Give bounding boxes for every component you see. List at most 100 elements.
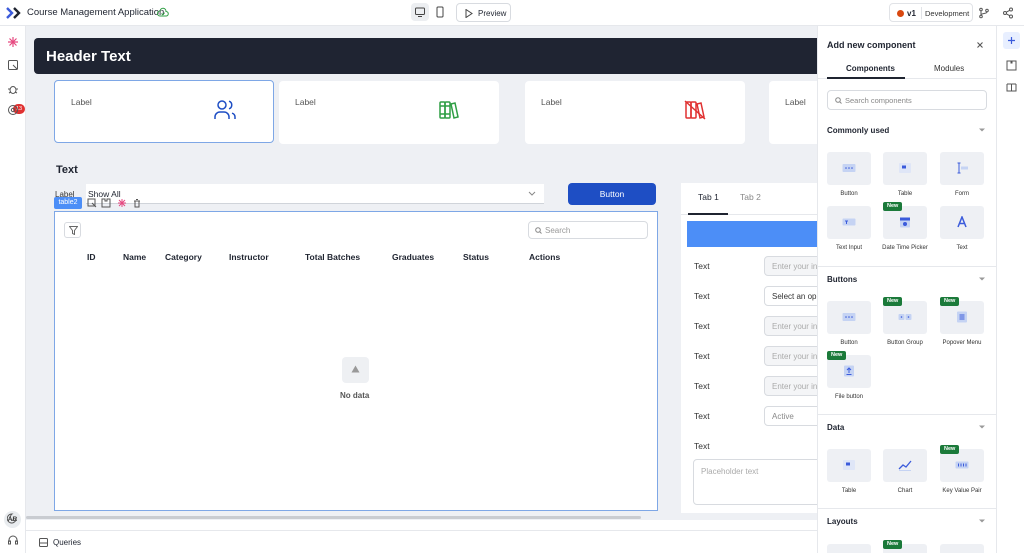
left-rail: 13 AR <box>0 26 26 553</box>
data-table[interactable]: Search ID Name Category Instructor Total… <box>54 211 658 511</box>
section-layouts[interactable]: Layouts <box>827 517 858 526</box>
tab-1[interactable]: Tab 1 <box>698 192 719 202</box>
search-icon <box>835 97 842 104</box>
stat-card-4[interactable]: Label <box>769 81 817 144</box>
section-commonly-used[interactable]: Commonly used <box>827 126 889 135</box>
stat-card-label: Label <box>71 97 92 107</box>
text-icon <box>957 216 967 228</box>
queries-bar[interactable]: Queries <box>26 530 817 553</box>
section-data[interactable]: Data <box>827 423 844 432</box>
mobile-view-button[interactable] <box>433 3 447 21</box>
share-icon[interactable] <box>1002 7 1014 19</box>
form-select-input[interactable]: Select an op <box>764 286 817 306</box>
form-text-input[interactable]: Enter your in <box>764 376 817 396</box>
popover-menu-icon <box>957 311 967 323</box>
preview-button[interactable]: Preview <box>456 3 511 22</box>
textarea-placeholder: Placeholder text <box>701 467 759 476</box>
table-header-graduates[interactable]: Graduates <box>392 252 434 262</box>
input-placeholder: Enter your in <box>772 322 817 331</box>
app-canvas[interactable]: Header Text Label Label Label Label Text… <box>26 26 817 520</box>
desktop-view-button[interactable] <box>411 3 429 21</box>
table-header-instructor[interactable]: Instructor <box>229 252 269 262</box>
stat-card-1[interactable]: Label <box>54 80 274 143</box>
caret-down-icon[interactable] <box>978 517 986 525</box>
add-component-button[interactable] <box>1003 32 1020 49</box>
component-search-placeholder: Search components <box>845 96 912 105</box>
table-filter-button[interactable] <box>64 222 81 238</box>
caret-down-icon[interactable] <box>978 275 986 283</box>
new-badge: New <box>883 202 903 211</box>
version-label: v1 <box>907 9 916 18</box>
app-logo-icon[interactable] <box>6 6 22 20</box>
form-status-input[interactable]: Active <box>764 406 817 426</box>
form-text-input[interactable]: Enter your in <box>764 316 817 336</box>
form-container[interactable]: Tab 1 Tab 2 Text Enter your in Text Sele… <box>681 183 817 513</box>
caret-down-icon[interactable] <box>978 126 986 134</box>
right-rail <box>996 26 1024 553</box>
table-component-name[interactable]: table2 <box>54 197 82 209</box>
table-search-input[interactable]: Search <box>528 221 648 239</box>
components-sparkle-icon[interactable] <box>7 36 19 48</box>
version-selector[interactable]: v1 Development <box>889 3 973 22</box>
form-field-label: Text <box>694 441 710 451</box>
books-icon <box>439 101 459 119</box>
table-header-name[interactable]: Name <box>123 252 146 262</box>
trash-icon[interactable] <box>132 198 142 208</box>
table-header-total-batches[interactable]: Total Batches <box>305 252 360 262</box>
form-text-input[interactable]: Enter your in <box>764 256 817 276</box>
tab-components[interactable]: Components <box>846 64 895 73</box>
form-textarea[interactable]: Placeholder text <box>693 459 817 505</box>
table-header-actions[interactable]: Actions <box>529 252 560 262</box>
component-name: Popover Menu <box>942 340 982 346</box>
divider <box>921 7 922 19</box>
primary-button[interactable]: Button <box>568 183 656 205</box>
queries-panel-icon <box>39 538 48 547</box>
caret-down-icon[interactable] <box>978 423 986 431</box>
button-icon <box>842 313 856 321</box>
button-icon <box>842 164 856 172</box>
component-name: Form <box>955 191 969 197</box>
header-container[interactable]: Header Text <box>34 38 817 74</box>
table-icon <box>843 460 855 470</box>
component-name: Button <box>840 191 858 197</box>
support-headset-icon[interactable] <box>7 534 19 546</box>
add-component-panel: Add new component Components Modules Sea… <box>817 26 996 553</box>
sparkle-icon[interactable] <box>117 198 127 208</box>
input-placeholder: Enter your in <box>772 352 817 361</box>
dark-mode-moon-icon[interactable] <box>7 512 19 524</box>
settings-gear-icon[interactable] <box>7 104 19 116</box>
tab-2[interactable]: Tab 2 <box>740 192 761 202</box>
upload-icon <box>844 365 854 377</box>
component-tile <box>883 152 927 185</box>
text-input-icon <box>842 218 856 226</box>
active-tab-indicator <box>688 213 728 215</box>
new-badge: New <box>827 351 847 360</box>
docs-book-icon[interactable] <box>1006 82 1017 93</box>
horizontal-scrollbar[interactable] <box>26 516 641 519</box>
form-text-input[interactable]: Enter your in <box>764 346 817 366</box>
modules-puzzle-icon[interactable] <box>1006 60 1017 71</box>
stat-card-3[interactable]: Label <box>525 81 745 144</box>
table-header-category[interactable]: Category <box>165 252 202 262</box>
table-header-id[interactable]: ID <box>87 252 96 262</box>
tab-modules[interactable]: Modules <box>934 64 964 73</box>
queries-label: Queries <box>53 538 82 547</box>
inspect-icon[interactable] <box>87 198 97 208</box>
stat-card-2[interactable]: Label <box>279 81 499 144</box>
component-tile <box>940 152 984 185</box>
cloud-saved-icon <box>157 7 169 17</box>
empty-state-text: No data <box>340 391 370 400</box>
debugger-bug-icon[interactable] <box>7 83 19 95</box>
app-title[interactable]: Course Management Application <box>27 7 164 18</box>
close-icon[interactable] <box>975 40 985 50</box>
puzzle-icon[interactable] <box>101 198 111 208</box>
inspector-icon[interactable] <box>7 59 19 71</box>
component-name: Key Value Pair <box>942 488 982 494</box>
table-header-status[interactable]: Status <box>463 252 489 262</box>
component-name: Text Input <box>835 245 862 251</box>
filter-dropdown[interactable]: Show All <box>86 184 544 204</box>
component-name: Button <box>840 340 858 346</box>
section-buttons[interactable]: Buttons <box>827 275 857 284</box>
component-search-input[interactable]: Search components <box>827 90 987 110</box>
git-branch-icon[interactable] <box>978 7 990 19</box>
